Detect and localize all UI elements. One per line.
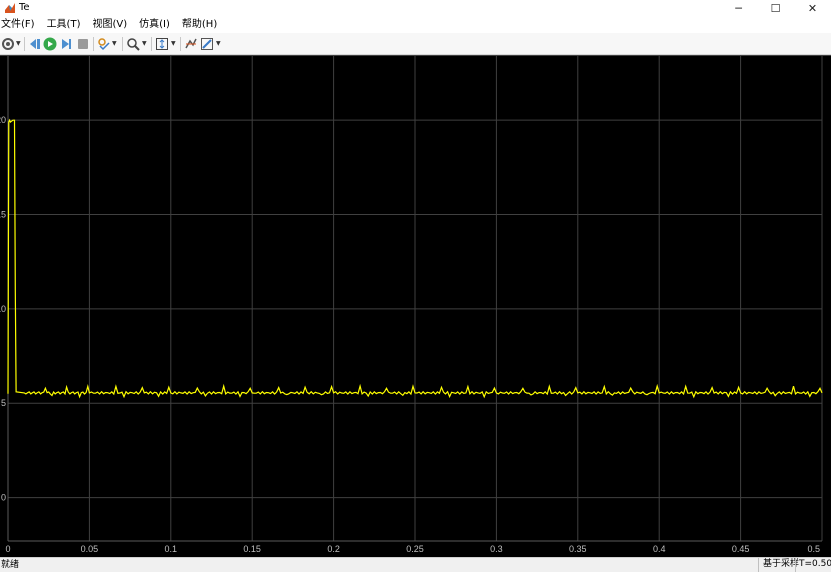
status-state: 就绪 (1, 560, 20, 570)
menu-simulation[interactable]: 仿真(I) (138, 18, 172, 32)
status-bar: 就绪 基于采样 T=0.500 (0, 557, 831, 572)
x-tick-label: 0.25 (406, 544, 424, 554)
toolbar-separator (122, 37, 123, 51)
scope-plot[interactable]: 0 0.05 0.1 0.15 0.2 0.25 0.3 0.35 0.4 0.45 0.5 0 5 10… (0, 55, 831, 557)
toolbar-separator (24, 37, 25, 51)
x-tick-label: 0 (5, 544, 10, 554)
dropdown-arrow-icon[interactable]: ▼ (171, 41, 177, 47)
maximize-button[interactable]: ☐ (757, 0, 794, 17)
x-tick-label: 0.1 (165, 544, 178, 554)
run-icon[interactable] (43, 37, 57, 51)
toolbar-separator (93, 37, 94, 51)
signal-icon[interactable] (184, 37, 198, 51)
x-tick-label: 0.3 (490, 544, 503, 554)
toolbar: ▼ ▼ ▼ ▼ ▼ (0, 33, 831, 55)
minimize-icon: ─ (735, 2, 742, 15)
autoscale-icon[interactable] (155, 37, 169, 51)
x-tick-label: 0.15 (243, 544, 261, 554)
menu-tools[interactable]: 工具(T) (46, 18, 83, 32)
window-title: Te (19, 2, 30, 13)
dropdown-arrow-icon[interactable]: ▼ (142, 41, 148, 47)
step-back-icon[interactable] (28, 37, 42, 51)
step-forward-icon[interactable] (59, 37, 73, 51)
title-bar: Te ─ ☐ ✕ (0, 0, 831, 17)
style-icon[interactable] (200, 37, 214, 51)
matlab-icon (5, 3, 15, 13)
x-tick-label: 0.45 (732, 544, 750, 554)
x-tick-label: 0.05 (81, 544, 99, 554)
highlight-icon[interactable] (97, 37, 111, 51)
toolbar-separator (180, 37, 181, 51)
x-tick-label: 0.35 (569, 544, 587, 554)
menu-help[interactable]: 帮助(H) (181, 18, 219, 32)
settings-icon[interactable] (1, 37, 15, 51)
y-tick-label: 10 (0, 304, 6, 314)
menu-file[interactable]: 文件(F) (0, 18, 37, 32)
dropdown-arrow-icon[interactable]: ▼ (16, 41, 22, 47)
x-tick-label: 0.4 (653, 544, 666, 554)
stop-icon[interactable] (76, 37, 90, 51)
dropdown-arrow-icon[interactable]: ▼ (216, 41, 222, 47)
scope-chart: 0 0.05 0.1 0.15 0.2 0.25 0.3 0.35 0.4 0.45 0.5 0 5 10… (0, 56, 823, 554)
y-tick-label: 5 (1, 398, 6, 408)
status-time: T=0.500 (795, 558, 831, 572)
y-tick-label: 0 (1, 493, 6, 503)
dropdown-arrow-icon[interactable]: ▼ (112, 41, 118, 47)
x-tick-label: 0.2 (327, 544, 340, 554)
close-icon: ✕ (807, 2, 818, 15)
minimize-button[interactable]: ─ (720, 0, 757, 17)
maximize-icon: ☐ (770, 2, 781, 15)
zoom-icon[interactable] (126, 37, 140, 51)
y-tick-label: 15 (0, 210, 6, 220)
close-button[interactable]: ✕ (794, 0, 831, 17)
x-tick-label: 0.5 (807, 544, 820, 554)
y-tick-label: 20 (0, 115, 6, 125)
menu-bar: 文件(F) 工具(T) 视图(V) 仿真(I) 帮助(H) (0, 17, 831, 33)
toolbar-separator (151, 37, 152, 51)
menu-view[interactable]: 视图(V) (91, 18, 129, 32)
